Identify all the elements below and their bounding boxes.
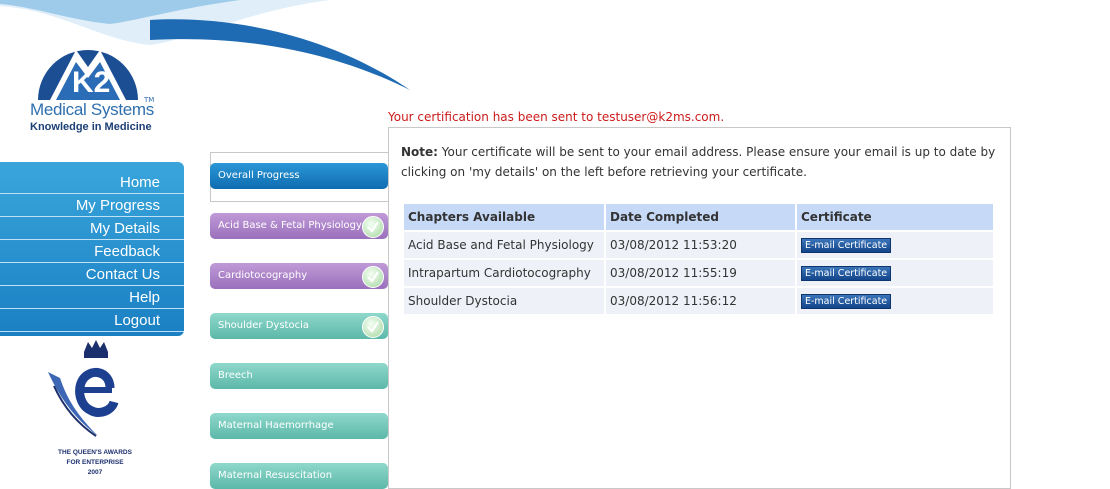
tab-label: Shoulder Dystocia (218, 320, 309, 331)
chapter-cell: Acid Base and Fetal Physiology (404, 232, 604, 258)
tab-label: Maternal Haemorrhage (218, 420, 334, 431)
chapters-table: Chapters Available Date Completed Certif… (402, 202, 995, 316)
tab-label: Acid Base & Fetal Physiology (218, 220, 362, 231)
tab-acid-base[interactable]: Acid Base & Fetal Physiology (210, 213, 388, 239)
certificate-cell: E-mail Certificate (797, 260, 993, 286)
tab-maternal-haemorrhage[interactable]: Maternal Haemorrhage (210, 413, 388, 439)
email-certificate-button[interactable]: E-mail Certificate (801, 266, 892, 281)
check-icon (362, 266, 384, 288)
chapter-cell: Shoulder Dystocia (404, 288, 604, 314)
tab-maternal-resuscitation[interactable]: Maternal Resuscitation (210, 463, 388, 489)
logo-brand: K2 (72, 66, 110, 99)
nav-logout[interactable]: Logout (0, 310, 184, 332)
email-certificate-button[interactable]: E-mail Certificate (801, 238, 892, 253)
k2-mountain-icon: K2 (38, 50, 138, 100)
tab-label: Maternal Resuscitation (218, 470, 333, 481)
note-text: Your certificate will be sent to your em… (401, 145, 996, 179)
tab-overall-progress[interactable]: Overall Progress (210, 163, 388, 189)
confirmation-message: Your certification has been sent to test… (388, 110, 725, 124)
certificate-panel: Note: Your certificate will be sent to y… (388, 127, 1011, 489)
award-line-2: FOR ENTERPRISE (66, 459, 124, 466)
award-line-3: 2007 (87, 469, 103, 476)
tab-shoulder-dystocia[interactable]: Shoulder Dystocia (210, 313, 388, 339)
note-label: Note: (401, 145, 438, 159)
nav-contact-us[interactable]: Contact Us (0, 264, 184, 286)
tab-label: Cardiotocography (218, 270, 308, 281)
check-icon (362, 216, 384, 238)
email-certificate-button[interactable]: E-mail Certificate (801, 294, 892, 309)
tab-label: Overall Progress (218, 170, 300, 181)
chapter-cell: Intrapartum Cardiotocography (404, 260, 604, 286)
nav-my-details[interactable]: My Details (0, 218, 184, 240)
nav-help[interactable]: Help (0, 287, 184, 309)
date-cell: 03/08/2012 11:55:19 (606, 260, 795, 286)
tab-cardiotocography[interactable]: Cardiotocography (210, 263, 388, 289)
date-cell: 03/08/2012 11:53:20 (606, 232, 795, 258)
tab-label: Breech (218, 370, 253, 381)
k2-logo[interactable]: K2 Medical Systems TM Knowledge in Medic… (28, 12, 168, 140)
header-date: Date Completed (606, 204, 795, 230)
nav-feedback[interactable]: Feedback (0, 241, 184, 263)
nav-home[interactable]: Home (0, 172, 184, 194)
table-row: Shoulder Dystocia 03/08/2012 11:56:12 E-… (404, 288, 993, 314)
table-header-row: Chapters Available Date Completed Certif… (404, 204, 993, 230)
header-certificate: Certificate (797, 204, 993, 230)
logo-tagline: Knowledge in Medicine (30, 121, 152, 133)
certificate-note: Note: Your certificate will be sent to y… (401, 142, 1001, 182)
nav-my-progress[interactable]: My Progress (0, 195, 184, 217)
certificate-cell: E-mail Certificate (797, 288, 993, 314)
award-line-1: THE QUEEN'S AWARDS (58, 449, 132, 456)
table-row: Intrapartum Cardiotocography 03/08/2012 … (404, 260, 993, 286)
tab-breech[interactable]: Breech (210, 363, 388, 389)
logo-name: Medical Systems (30, 100, 154, 119)
header-chapters: Chapters Available (404, 204, 604, 230)
queens-award-logo: THE QUEEN'S AWARDS FOR ENTERPRISE 2007 (40, 338, 150, 478)
certificate-cell: E-mail Certificate (797, 232, 993, 258)
queens-award-emblem-icon (48, 340, 119, 437)
logo-tm: TM (144, 96, 155, 104)
chapter-tabs: Overall Progress Acid Base & Fetal Physi… (210, 152, 390, 489)
date-cell: 03/08/2012 11:56:12 (606, 288, 795, 314)
left-nav: Home My Progress My Details Feedback Con… (0, 162, 184, 336)
table-row: Acid Base and Fetal Physiology 03/08/201… (404, 232, 993, 258)
check-icon (362, 316, 384, 338)
